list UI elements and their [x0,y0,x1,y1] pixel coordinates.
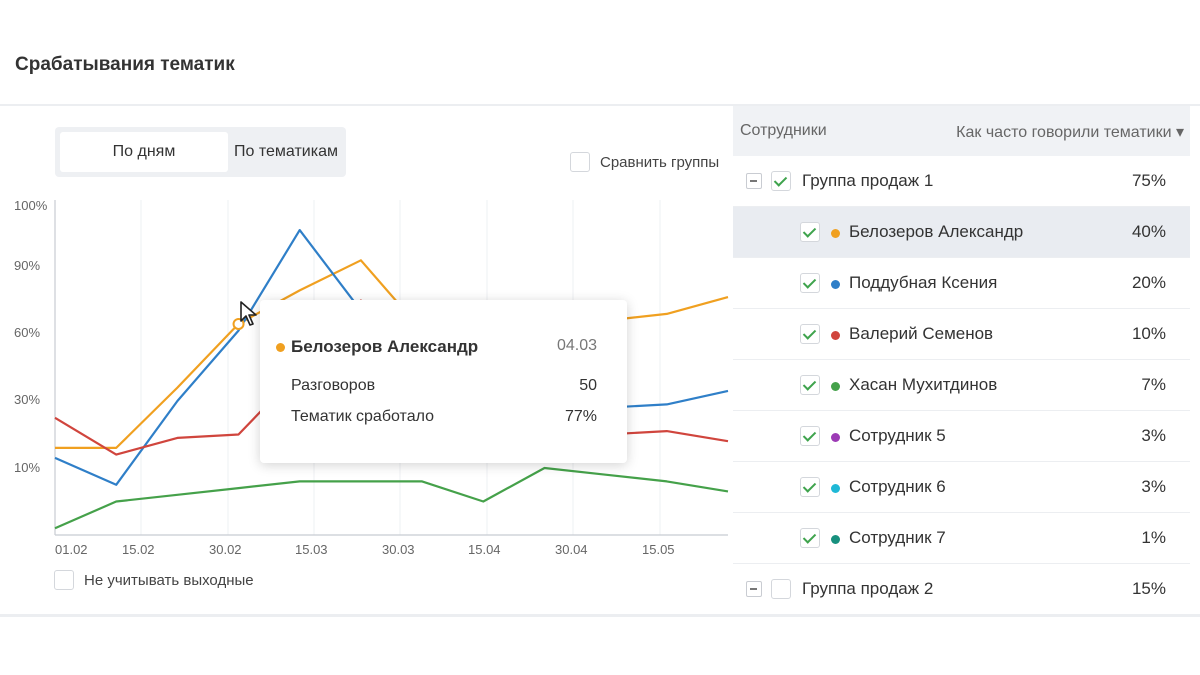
group-name: Группа продаж 2 [802,579,934,598]
frequency-value: 15% [1131,579,1166,598]
employee-row[interactable]: Сотрудник 7 1% [733,513,1190,564]
group-checkbox[interactable] [771,579,791,599]
employee-checkbox[interactable] [800,375,820,395]
collapse-icon[interactable] [746,173,762,189]
employee-name: Сотрудник 6 [849,477,946,496]
mouse-cursor-icon [240,301,257,326]
employee-name: Поддубная Ксения [849,273,998,292]
column-header-frequency[interactable]: Как часто говорили тематики ▾ [956,122,1184,142]
divider-bottom [0,614,1200,617]
employee-name: Сотрудник 5 [849,426,946,445]
employee-checkbox[interactable] [800,426,820,446]
employee-row[interactable]: Сотрудник 6 3% [733,462,1190,513]
employee-row[interactable]: Валерий Семенов 10% [733,309,1190,360]
tooltip-row-label: Тематик сработало [291,408,434,425]
exclude-weekends-checkbox[interactable] [54,570,74,590]
series-color-dot [831,433,840,442]
group-checkbox[interactable] [771,171,791,191]
tooltip-row-value: 50 [579,377,597,394]
employee-row[interactable]: Хасан Мухитдинов 7% [733,360,1190,411]
series-color-dot [831,331,840,340]
series-color-dot [831,484,840,493]
tooltip-date: 04.03 [556,337,597,354]
series-color-dot [831,535,840,544]
frequency-value: 3% [1141,477,1166,496]
series-color-dot [831,229,840,238]
employee-checkbox[interactable] [800,324,820,344]
tooltip-row-label: Разговоров [291,377,376,394]
chart-tooltip: Белозеров Александр 04.03 Разговоров 50 … [260,300,627,463]
line-chart [54,200,729,536]
employee-name: Валерий Семенов [849,324,994,343]
employee-checkbox[interactable] [800,222,820,242]
employee-name: Хасан Мухитдинов [849,375,998,394]
group-row[interactable]: Группа продаж 2 15% [733,564,1190,615]
exclude-weekends-label: Не учитывать выходные [84,571,254,589]
employee-row[interactable]: Белозеров Александр 40% [733,207,1190,258]
employee-checkbox[interactable] [800,528,820,548]
employee-row[interactable]: Поддубная Ксения 20% [733,258,1190,309]
series-color-dot [831,382,840,391]
tooltip-row-value: 77% [564,408,597,425]
group-name: Группа продаж 1 [802,171,934,190]
series-line [54,466,729,530]
column-header-employees[interactable]: Сотрудники [740,122,827,140]
employee-name: Белозеров Александр [849,222,1024,241]
frequency-value: 3% [1141,426,1166,445]
frequency-value: 40% [1131,222,1166,241]
panel-header: Сотрудники Как часто говорили тематики ▾ [733,106,1190,156]
employee-checkbox[interactable] [800,273,820,293]
frequency-value: 7% [1141,375,1166,394]
frequency-value: 75% [1131,171,1166,190]
frequency-value: 20% [1131,273,1166,292]
tooltip-employee-name: Белозеров Александр [291,337,479,356]
employee-name: Сотрудник 7 [849,528,946,547]
collapse-icon[interactable] [746,581,762,597]
series-color-dot [831,280,840,289]
exclude-weekends-control[interactable]: Не учитывать выходные [54,570,254,590]
frequency-value: 1% [1141,528,1166,547]
frequency-value: 10% [1131,324,1166,343]
employees-panel: Сотрудники Как часто говорили тематики ▾… [733,106,1190,615]
employee-checkbox[interactable] [800,477,820,497]
employee-row[interactable]: Сотрудник 5 3% [733,411,1190,462]
series-color-dot [276,343,285,352]
group-row[interactable]: Группа продаж 1 75% [733,156,1190,207]
